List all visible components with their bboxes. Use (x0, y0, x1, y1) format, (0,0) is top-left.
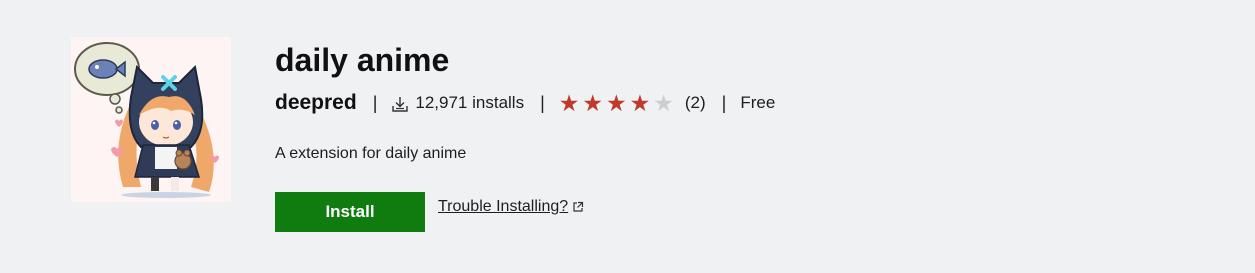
install-button[interactable]: Install (275, 192, 425, 232)
publisher-link[interactable]: deepred (275, 91, 357, 115)
extension-title: daily anime (275, 42, 450, 78)
extension-header: daily anime deepred | 12,971 installs | … (0, 0, 1255, 273)
extension-description: A extension for daily anime (275, 145, 467, 162)
star-icon: ★ (629, 89, 651, 116)
star-icon: ★ (653, 89, 674, 116)
separator: | (721, 92, 727, 113)
rating-count: (2) (684, 93, 706, 112)
extension-meta: deepred | 12,971 installs | ★ ★ ★ ★ ★ (2… (275, 90, 775, 116)
extension-details: daily anime deepred | 12,971 installs | … (275, 38, 775, 232)
star-icon: ★ (558, 89, 580, 116)
external-link-icon (573, 201, 584, 212)
install-count: 12,971 installs (415, 93, 525, 112)
trouble-installing-link[interactable]: Trouble Installing? (438, 198, 584, 216)
star-icon: ★ (606, 89, 627, 116)
separator: | (540, 92, 545, 113)
separator: | (372, 92, 378, 113)
star-icon: ★ (582, 89, 604, 116)
install-actions: Install Trouble Installing? (275, 192, 584, 232)
download-icon (392, 97, 409, 112)
rating-stars[interactable]: ★ ★ ★ ★ ★ (2) (558, 89, 706, 116)
extension-logo (71, 37, 231, 202)
price-label: Free (740, 93, 776, 112)
trouble-installing-label: Trouble Installing? (438, 198, 569, 215)
